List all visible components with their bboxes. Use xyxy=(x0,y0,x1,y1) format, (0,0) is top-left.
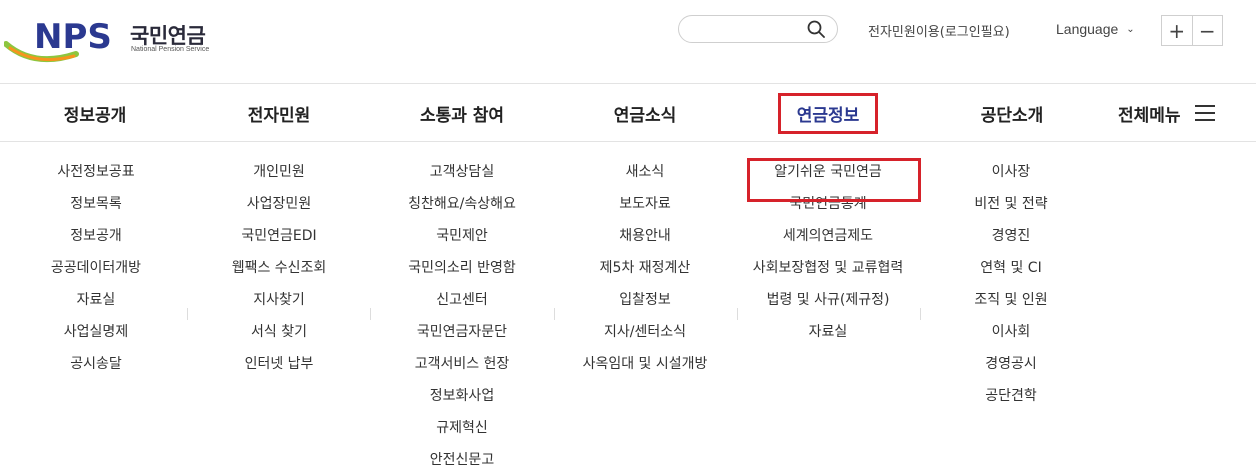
submenu-item[interactable]: 국민연금EDI xyxy=(188,220,370,252)
submenu-item[interactable]: 보도자료 xyxy=(554,188,736,220)
submenu-item[interactable]: 세계의연금제도 xyxy=(737,220,919,252)
submenu-item[interactable]: 국민연금자문단 xyxy=(371,316,553,348)
submenu-item[interactable]: 정보화사업 xyxy=(371,380,553,412)
submenu-item[interactable]: 규제혁신 xyxy=(371,412,553,444)
gnb-item-about[interactable]: 공단소개 xyxy=(920,84,1104,142)
gnb-item-e-petition[interactable]: 전자민원 xyxy=(186,84,372,142)
submenu-item[interactable]: 정보공개 xyxy=(5,220,187,252)
logo-mark-text: NPS xyxy=(34,17,112,57)
main-navigation: 정보공개 전자민원 소통과 참여 연금소식 연금정보 공단소개 전체메뉴 xyxy=(0,84,1256,142)
gnb-item-pension-info[interactable]: 연금정보 xyxy=(736,84,920,142)
submenu-item[interactable]: 비전 및 전략 xyxy=(920,188,1102,220)
language-dropdown[interactable]: Language ⌄ xyxy=(1056,21,1135,37)
zoom-out-button[interactable]: − xyxy=(1191,16,1223,45)
submenu-item[interactable]: 개인민원 xyxy=(188,156,370,188)
submenu-item[interactable]: 서식 찾기 xyxy=(188,316,370,348)
submenu-item[interactable]: 사옥임대 및 시설개방 xyxy=(554,348,736,380)
submenu-item[interactable]: 이사장 xyxy=(920,156,1102,188)
eservice-login-link[interactable]: 전자민원이용(로그인필요) xyxy=(868,21,1010,40)
submenu-item[interactable]: 조직 및 인원 xyxy=(920,284,1102,316)
submenu-item[interactable]: 채용안내 xyxy=(554,220,736,252)
submenu-item[interactable]: 고객서비스 헌장 xyxy=(371,348,553,380)
submenu-item[interactable]: 국민제안 xyxy=(371,220,553,252)
submenu-item[interactable]: 연혁 및 CI xyxy=(920,252,1102,284)
submenu-col-info-disclosure: 사전정보공표 정보목록 정보공개 공공데이터개방 자료실 사업실명제 공시송달 xyxy=(5,156,187,380)
submenu-item[interactable]: 경영진 xyxy=(920,220,1102,252)
submenu-item[interactable]: 정보목록 xyxy=(5,188,187,220)
chevron-down-icon: ⌄ xyxy=(1126,24,1135,35)
submenu-item[interactable]: 국민의소리 반영함 xyxy=(371,252,553,284)
nps-logo[interactable]: NPS 국민연금 National Pension Service xyxy=(4,10,219,65)
submenu-item[interactable]: 지사/센터소식 xyxy=(554,316,736,348)
submenu-col-pension-news: 새소식 보도자료 채용안내 제5차 재정계산 입찰정보 지사/센터소식 사옥임대… xyxy=(554,156,736,380)
submenu-item[interactable]: 자료실 xyxy=(737,316,919,348)
submenu-item[interactable]: 경영공시 xyxy=(920,348,1102,380)
submenu-item[interactable]: 법령 및 사규(제규정) xyxy=(737,284,919,316)
logo-name-en: National Pension Service xyxy=(131,46,210,53)
submenu-item[interactable]: 공단견학 xyxy=(920,380,1102,412)
submenu-item[interactable]: 웹팩스 수신조회 xyxy=(188,252,370,284)
zoom-in-button[interactable]: + xyxy=(1162,16,1192,45)
submenu-item[interactable]: 자료실 xyxy=(5,284,187,316)
search-icon[interactable] xyxy=(807,20,825,38)
submenu-item[interactable]: 사전정보공표 xyxy=(5,156,187,188)
gnb-item-communication[interactable]: 소통과 참여 xyxy=(370,84,554,142)
submenu-item[interactable]: 칭찬해요/속상해요 xyxy=(371,188,553,220)
submenu-col-about: 이사장 비전 및 전략 경영진 연혁 및 CI 조직 및 인원 이사회 경영공시… xyxy=(920,156,1102,412)
submenu-item[interactable]: 제5차 재정계산 xyxy=(554,252,736,284)
submenu-col-e-petition: 개인민원 사업장민원 국민연금EDI 웹팩스 수신조회 지사찾기 서식 찾기 인… xyxy=(188,156,370,380)
gnb-item-info-disclosure[interactable]: 정보공개 xyxy=(0,84,190,142)
submenu-item[interactable]: 신고센터 xyxy=(371,284,553,316)
gnb-item-pension-info-label: 연금정보 xyxy=(777,92,879,134)
all-menu-label: 전체메뉴 xyxy=(1118,105,1181,126)
highlight-box xyxy=(747,158,921,202)
nps-logo-mark-icon: NPS xyxy=(4,17,112,63)
search-box xyxy=(678,15,838,43)
submenu-item[interactable]: 이사회 xyxy=(920,316,1102,348)
submenu-col-communication: 고객상담실 칭찬해요/속상해요 국민제안 국민의소리 반영함 신고센터 국민연금… xyxy=(371,156,553,475)
submenu-item[interactable]: 지사찾기 xyxy=(188,284,370,316)
submenu-item[interactable]: 새소식 xyxy=(554,156,736,188)
gnb-item-pension-news[interactable]: 연금소식 xyxy=(554,84,736,142)
zoom-controls: + − xyxy=(1161,15,1223,46)
submenu-item[interactable]: 안전신문고 xyxy=(371,444,553,475)
language-label: Language xyxy=(1056,21,1119,37)
submenu-item[interactable]: 입찰정보 xyxy=(554,284,736,316)
search-input[interactable] xyxy=(689,20,799,38)
submenu-item[interactable]: 인터넷 납부 xyxy=(188,348,370,380)
submenu-item[interactable]: 고객상담실 xyxy=(371,156,553,188)
submenu-item[interactable]: 사업실명제 xyxy=(5,316,187,348)
submenu-item[interactable]: 사업장민원 xyxy=(188,188,370,220)
submenu-item[interactable]: 사회보장협정 및 교류협력 xyxy=(737,252,919,284)
site-header: NPS 국민연금 National Pension Service 전자민원이용… xyxy=(0,0,1256,84)
submenu-item[interactable]: 공시송달 xyxy=(5,348,187,380)
submenu-item[interactable]: 공공데이터개방 xyxy=(5,252,187,284)
all-menu-button[interactable]: 전체메뉴 xyxy=(1118,84,1215,142)
hamburger-menu-icon xyxy=(1194,105,1215,121)
